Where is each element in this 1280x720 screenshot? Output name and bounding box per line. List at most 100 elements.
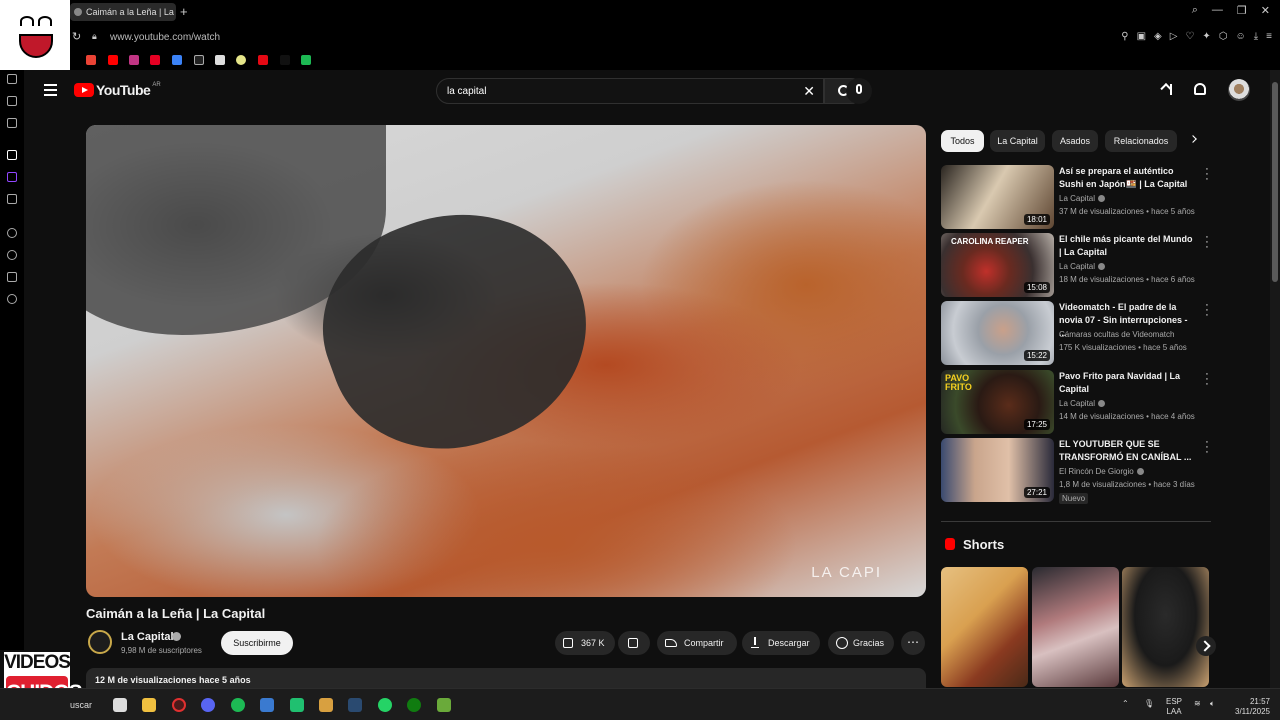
notifications-bell-icon[interactable]: [1194, 83, 1206, 95]
opera-icon[interactable]: [172, 698, 186, 712]
extension-icon[interactable]: ✦: [1202, 31, 1210, 42]
whatsapp-icon[interactable]: [378, 698, 392, 712]
close-window-icon[interactable]: ✕: [1261, 4, 1270, 17]
youtube-bookmark-icon[interactable]: [108, 55, 118, 65]
browser-search-icon[interactable]: ⌕: [1192, 4, 1198, 17]
recommended-video[interactable]: 27:21 EL YOUTUBER QUE SE TRANSFORMÓ EN C…: [941, 437, 1211, 504]
steam-icon[interactable]: [348, 698, 362, 712]
shorts-next-button[interactable]: [1196, 636, 1216, 656]
video-thumbnail[interactable]: 27:21: [941, 438, 1054, 502]
instagram-bookmark-icon[interactable]: [129, 55, 139, 65]
short-thumbnail[interactable]: [1122, 567, 1209, 687]
wifi-icon[interactable]: ≋: [1194, 699, 1201, 708]
sidebar-x-icon[interactable]: [7, 194, 17, 204]
channel-avatar[interactable]: [88, 630, 112, 654]
video-thumbnail[interactable]: PAVO FRITO 17:25: [941, 370, 1054, 434]
new-tab-icon[interactable]: +: [180, 4, 188, 19]
file-explorer-icon[interactable]: [142, 698, 156, 712]
dark-bookmark-icon[interactable]: [280, 55, 290, 65]
scrollbar-thumb[interactable]: [1272, 82, 1278, 282]
yellow-bookmark-icon[interactable]: [236, 55, 246, 65]
like-button[interactable]: 367 K: [555, 631, 615, 655]
recommended-video[interactable]: 15:22 Videomatch - El padre de la novia …: [941, 300, 1211, 365]
language-indicator[interactable]: ESP LAA: [1166, 697, 1182, 717]
mic-tray-icon[interactable]: 🎙︎: [1144, 699, 1154, 708]
recommended-title[interactable]: EL YOUTUBER QUE SE TRANSFORMÓ EN CANÍBAL…: [1059, 438, 1194, 464]
shield-icon[interactable]: ◈: [1154, 31, 1162, 42]
pen-app-icon[interactable]: [319, 698, 333, 712]
youtube-logo[interactable]: YouTube AR: [74, 82, 161, 98]
recommended-title[interactable]: Así se prepara el auténtico Sushi en Jap…: [1059, 165, 1194, 191]
sidebar-player-icon[interactable]: [7, 228, 17, 238]
minecraft-icon[interactable]: [437, 698, 451, 712]
heart-icon[interactable]: ♡: [1185, 31, 1194, 42]
video-thumbnail[interactable]: 15:22: [941, 301, 1054, 365]
video-thumbnail[interactable]: 18:01: [941, 165, 1054, 229]
photos-icon[interactable]: [260, 698, 274, 712]
more-actions-button[interactable]: ⋯: [901, 631, 925, 655]
more-options-icon[interactable]: · · ·: [1203, 164, 1211, 185]
tray-chevron-icon[interactable]: ⌃: [1122, 699, 1129, 708]
short-thumbnail[interactable]: [941, 567, 1028, 687]
dislike-button[interactable]: [618, 631, 650, 655]
chevron-right-icon[interactable]: [1189, 135, 1197, 143]
download-icon[interactable]: ⤓: [1254, 31, 1258, 42]
doc-bookmark-icon[interactable]: [215, 55, 225, 65]
sidebar-twitch-icon[interactable]: [7, 172, 17, 182]
share-button[interactable]: Compartir: [657, 631, 737, 655]
more-options-icon[interactable]: · · ·: [1203, 232, 1211, 253]
sidebar-news-icon[interactable]: [7, 96, 17, 106]
video-player[interactable]: LA CAPI: [86, 125, 926, 597]
minimize-icon[interactable]: —: [1212, 4, 1223, 17]
recommended-title[interactable]: El chile más picante del Mundo | La Capi…: [1059, 233, 1194, 259]
puzzle-icon[interactable]: ⬡: [1219, 31, 1228, 42]
pinterest-bookmark-icon[interactable]: [150, 55, 160, 65]
chip-relacionados[interactable]: Relacionados: [1105, 130, 1177, 152]
reload-icon[interactable]: ↻: [72, 30, 81, 43]
profile-icon[interactable]: ☺: [1236, 31, 1246, 42]
download-button[interactable]: Descargar: [742, 631, 820, 655]
sidebar-history-icon[interactable]: [7, 250, 17, 260]
search-box[interactable]: la capital ✕: [436, 78, 824, 104]
maximize-icon[interactable]: ❐: [1237, 4, 1247, 17]
upload-icon[interactable]: [1164, 82, 1178, 98]
channel-name[interactable]: La Capital: [121, 631, 174, 643]
screenshot-icon[interactable]: ▣: [1137, 31, 1146, 42]
play-icon[interactable]: ▷: [1170, 31, 1178, 42]
recommended-channel[interactable]: La Capital: [1059, 399, 1106, 408]
sidebar-settings-icon[interactable]: [7, 294, 17, 304]
subscribe-button[interactable]: Suscribirme: [221, 631, 293, 655]
recommended-channel[interactable]: La Capital: [1059, 194, 1106, 203]
browser-tab[interactable]: Caimán a la Leña | La: [70, 3, 176, 21]
sidebar-app-icon[interactable]: [7, 74, 17, 84]
clock[interactable]: 21:57 3/11/2025: [1226, 697, 1270, 717]
task-view-icon[interactable]: [113, 698, 127, 712]
browser-menu-icon[interactable]: ≡: [1266, 31, 1272, 42]
video-thumbnail[interactable]: CAROLINA REAPER 15:08: [941, 233, 1054, 297]
xbox-icon[interactable]: [407, 698, 421, 712]
more-options-icon[interactable]: · · ·: [1203, 437, 1211, 458]
app-bookmark-icon[interactable]: [172, 55, 182, 65]
clear-search-icon[interactable]: ✕: [803, 83, 815, 100]
sheet-bookmark-icon[interactable]: [301, 55, 311, 65]
account-avatar[interactable]: [1228, 79, 1250, 101]
page-scrollbar[interactable]: [1270, 70, 1280, 690]
discord-icon[interactable]: [201, 698, 215, 712]
more-options-icon[interactable]: · · ·: [1203, 369, 1211, 390]
pin-icon[interactable]: ⚲: [1121, 31, 1128, 42]
spotify-icon[interactable]: [231, 698, 245, 712]
netflix-bookmark-icon[interactable]: [258, 55, 268, 65]
recommended-channel[interactable]: Cámaras ocultas de Videomatch: [1059, 330, 1174, 339]
more-options-icon[interactable]: · · ·: [1203, 300, 1211, 321]
recommended-channel[interactable]: La Capital: [1059, 262, 1106, 271]
sidebar-music-icon[interactable]: [7, 150, 17, 160]
chip-todos[interactable]: Todos: [941, 130, 984, 152]
recommended-video[interactable]: 18:01 Así se prepara el auténtico Sushi …: [941, 164, 1211, 229]
hamburger-menu-icon[interactable]: [44, 84, 57, 96]
taskbar-search[interactable]: uscar: [70, 700, 92, 710]
recommended-title[interactable]: Pavo Frito para Navidad | La Capital: [1059, 370, 1194, 396]
tiktok-bookmark-icon[interactable]: [194, 55, 204, 65]
app-green-icon[interactable]: [290, 698, 304, 712]
url-field[interactable]: www.youtube.com/watch: [110, 32, 220, 43]
recommended-video[interactable]: CAROLINA REAPER 15:08 El chile más pican…: [941, 232, 1211, 297]
